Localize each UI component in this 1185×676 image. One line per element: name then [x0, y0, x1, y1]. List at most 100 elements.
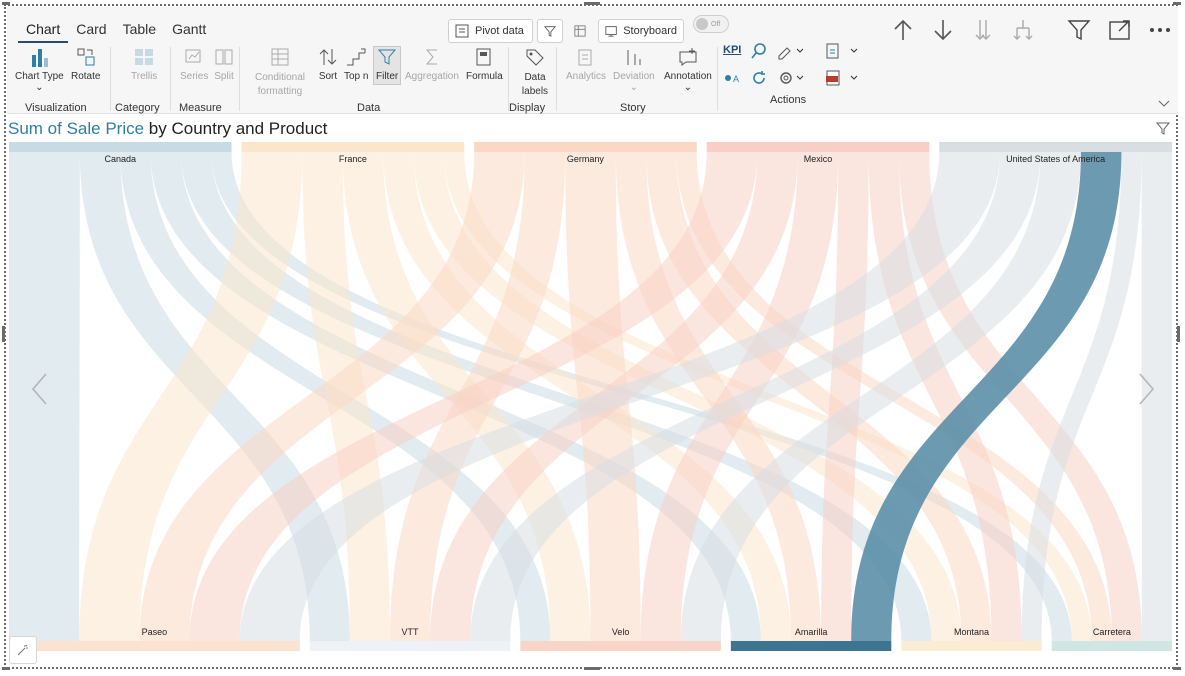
pivot-icon: [455, 24, 469, 38]
ribbon-separator: [717, 47, 718, 111]
rotate-icon: [77, 48, 95, 66]
edit-grid-icon: [574, 25, 586, 37]
bar-chart-icon: [32, 49, 49, 67]
funnel-icon: [1155, 122, 1171, 135]
annotation-label: Annotation: [664, 71, 712, 82]
annotation-button[interactable]: Annotation ⌄: [664, 47, 712, 93]
sort-button[interactable]: Sort: [317, 47, 339, 82]
group-label-data: Data: [357, 102, 381, 114]
brush-icon: [778, 47, 804, 60]
series-button[interactable]: Series: [180, 47, 208, 82]
chart-type-label: Chart Type: [15, 71, 64, 82]
group-label-story: Story: [620, 102, 646, 114]
funnel-settings-icon: [544, 26, 556, 37]
tab-chart[interactable]: Chart: [18, 21, 69, 43]
previous-arrow[interactable]: [30, 372, 50, 411]
drill-up-button[interactable]: [888, 15, 918, 45]
next-arrow[interactable]: [1136, 372, 1156, 411]
sort-icon: [319, 49, 337, 65]
visual-filter-button[interactable]: [1155, 121, 1171, 140]
fork-down-icon: [1013, 20, 1033, 40]
resize-handle-bottom-left[interactable]: [2, 667, 10, 670]
toggle-label: Off: [711, 20, 721, 28]
aggregation-label: Aggregation: [405, 71, 459, 82]
resize-handle-right[interactable]: [1177, 326, 1180, 342]
collapse-ribbon-button[interactable]: [1157, 95, 1171, 113]
filter-label: Filter: [376, 71, 399, 82]
data-labels-button[interactable]: Data labels: [521, 47, 549, 99]
chart-title: Sum of Sale Price by Country and Product: [8, 119, 327, 139]
search-button[interactable]: [750, 42, 768, 65]
focus-mode-button[interactable]: [1105, 15, 1135, 45]
resize-handle-top-right[interactable]: [1173, 2, 1181, 5]
refresh-button[interactable]: [750, 69, 768, 92]
ribbon-separator: [170, 47, 171, 111]
analytics-label: Analytics: [566, 71, 607, 82]
storyboard-label: Storyboard: [623, 25, 677, 37]
drill-down-button[interactable]: [928, 15, 958, 45]
group-label-display: Display: [509, 102, 546, 114]
top-n-icon: [347, 48, 366, 66]
toolbar: Chart Card Table Gantt Pivot data Storyb…: [7, 7, 1178, 114]
split-icon: [215, 49, 233, 65]
refresh-icon: [753, 71, 765, 84]
theme-button[interactable]: [777, 42, 805, 65]
rotate-label: Rotate: [71, 71, 101, 82]
kpi-button[interactable]: KPI: [723, 44, 741, 56]
chevron-down-icon: ⌄: [35, 82, 44, 93]
aggregation-button[interactable]: Aggregation: [405, 47, 459, 82]
chart-title-measure[interactable]: Sum of Sale Price: [8, 119, 144, 138]
search-icon: [751, 43, 766, 59]
settings-button[interactable]: [777, 69, 805, 92]
edit-visual-button[interactable]: [9, 636, 37, 664]
analytics-icon: [578, 49, 592, 66]
resize-handle-left[interactable]: [2, 326, 5, 342]
export-button[interactable]: [823, 42, 859, 65]
storyboard-icon: [605, 26, 617, 37]
group-label-actions: Actions: [770, 94, 807, 106]
pdf-export-button[interactable]: [823, 69, 859, 92]
resize-handle-top[interactable]: [584, 2, 600, 5]
more-dots-icon: [1150, 28, 1170, 32]
filter-settings-button[interactable]: [537, 19, 563, 43]
sort-label: Sort: [318, 71, 338, 82]
tab-card[interactable]: Card: [68, 21, 114, 43]
chevron-right-icon: [1139, 373, 1155, 405]
resize-handle-bottom-right[interactable]: [1173, 667, 1181, 670]
annotation-icon: [679, 48, 697, 66]
tab-gantt[interactable]: Gantt: [164, 21, 214, 43]
conditional-formatting-button[interactable]: Conditional formatting: [250, 47, 310, 99]
top-n-button[interactable]: Top n: [344, 47, 368, 82]
storyboard-toggle[interactable]: Off: [693, 15, 729, 33]
ribbon-separator: [110, 47, 111, 111]
resize-handle-top-left[interactable]: [2, 2, 10, 5]
chart-type-button[interactable]: Chart Type ⌄: [15, 47, 64, 93]
expand-next-level-button[interactable]: [1008, 15, 1038, 45]
pivot-data-button[interactable]: Pivot data: [448, 19, 533, 43]
chevron-left-icon: [31, 373, 47, 405]
split-button[interactable]: Split: [213, 47, 235, 82]
formula-label: Formula: [466, 71, 503, 82]
deviation-button[interactable]: Deviation ⌄: [613, 47, 655, 93]
storyboard-button[interactable]: Storyboard: [598, 19, 684, 43]
trellis-button[interactable]: Trellis: [131, 47, 157, 82]
expand-all-down-button[interactable]: [968, 15, 998, 45]
rotate-button[interactable]: Rotate: [71, 47, 100, 82]
analytics-button[interactable]: Analytics: [566, 47, 606, 82]
chart-title-rest: by Country and Product: [148, 119, 328, 138]
expand-icon: [1109, 20, 1130, 40]
edit-button[interactable]: [567, 19, 593, 43]
tab-table[interactable]: Table: [115, 21, 164, 43]
data-labels-label: Data labels: [521, 72, 549, 97]
filter-button[interactable]: Filter: [373, 46, 402, 85]
resize-handle-bottom[interactable]: [584, 667, 600, 670]
filter-pane-button[interactable]: [1064, 15, 1094, 45]
wand-icon: [17, 644, 28, 656]
arrow-up-icon: [894, 19, 912, 40]
legend-button[interactable]: A: [724, 71, 744, 90]
ribbon-separator: [556, 47, 557, 111]
gear-icon: [780, 72, 804, 84]
view-tabs: Chart Card Table Gantt: [18, 21, 214, 43]
formula-button[interactable]: Formula: [466, 47, 503, 82]
more-options-button[interactable]: [1145, 15, 1175, 45]
